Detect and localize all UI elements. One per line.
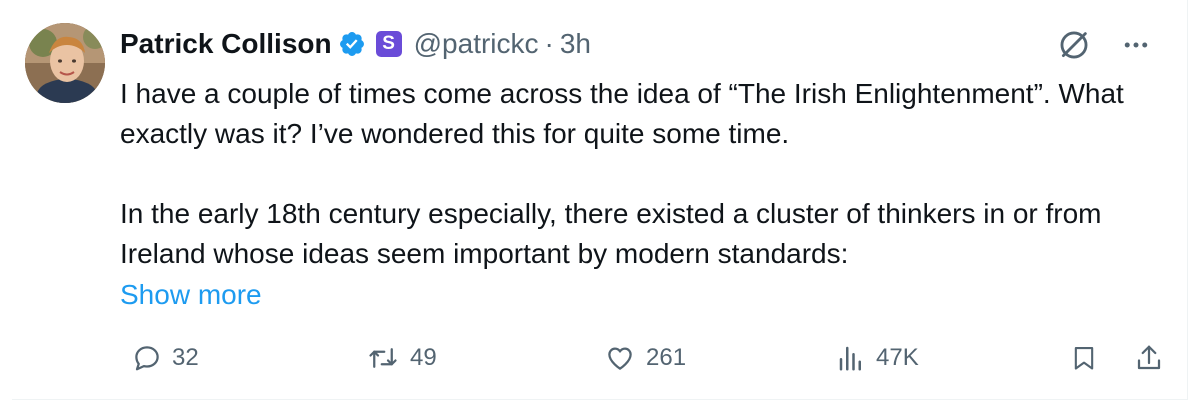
like-icon bbox=[604, 343, 636, 373]
tweet-header: Patrick Collison S @patrickc · 3h bbox=[120, 26, 591, 62]
reply-button[interactable]: 32 bbox=[132, 336, 199, 380]
top-actions bbox=[1057, 28, 1151, 67]
like-button[interactable]: 261 bbox=[604, 336, 686, 380]
more-icon[interactable] bbox=[1121, 30, 1151, 65]
action-bar: 32 49 261 47K bbox=[120, 336, 1170, 380]
tweet-paragraph: In the early 18th century especially, th… bbox=[120, 198, 1102, 269]
grok-icon[interactable] bbox=[1057, 28, 1091, 67]
tweet-card[interactable]: Patrick Collison S @patrickc · 3h I have… bbox=[12, 0, 1188, 400]
subscription-badge-icon: S bbox=[375, 31, 402, 57]
timestamp[interactable]: 3h bbox=[560, 26, 591, 62]
tweet-paragraph: I have a couple of times come across the… bbox=[120, 78, 1124, 149]
repost-count: 49 bbox=[410, 344, 437, 371]
tweet-text: I have a couple of times come across the… bbox=[120, 74, 1160, 274]
show-more-link[interactable]: Show more bbox=[120, 275, 262, 315]
views-count: 47K bbox=[876, 344, 919, 371]
bookmark-icon bbox=[1070, 342, 1098, 374]
like-count: 261 bbox=[646, 344, 687, 371]
reply-count: 32 bbox=[172, 344, 199, 371]
repost-icon bbox=[366, 343, 400, 373]
author-name[interactable]: Patrick Collison bbox=[120, 26, 332, 62]
reply-icon bbox=[132, 343, 162, 373]
avatar[interactable] bbox=[25, 23, 105, 103]
repost-button[interactable]: 49 bbox=[366, 336, 437, 380]
verified-badge-icon bbox=[338, 30, 366, 58]
share-button[interactable] bbox=[1134, 336, 1164, 380]
views-icon bbox=[836, 343, 866, 373]
share-icon bbox=[1134, 343, 1164, 373]
bookmark-button[interactable] bbox=[1070, 336, 1098, 380]
views-button[interactable]: 47K bbox=[836, 336, 919, 380]
separator-dot: · bbox=[544, 28, 554, 59]
author-handle[interactable]: @patrickc bbox=[414, 26, 539, 62]
